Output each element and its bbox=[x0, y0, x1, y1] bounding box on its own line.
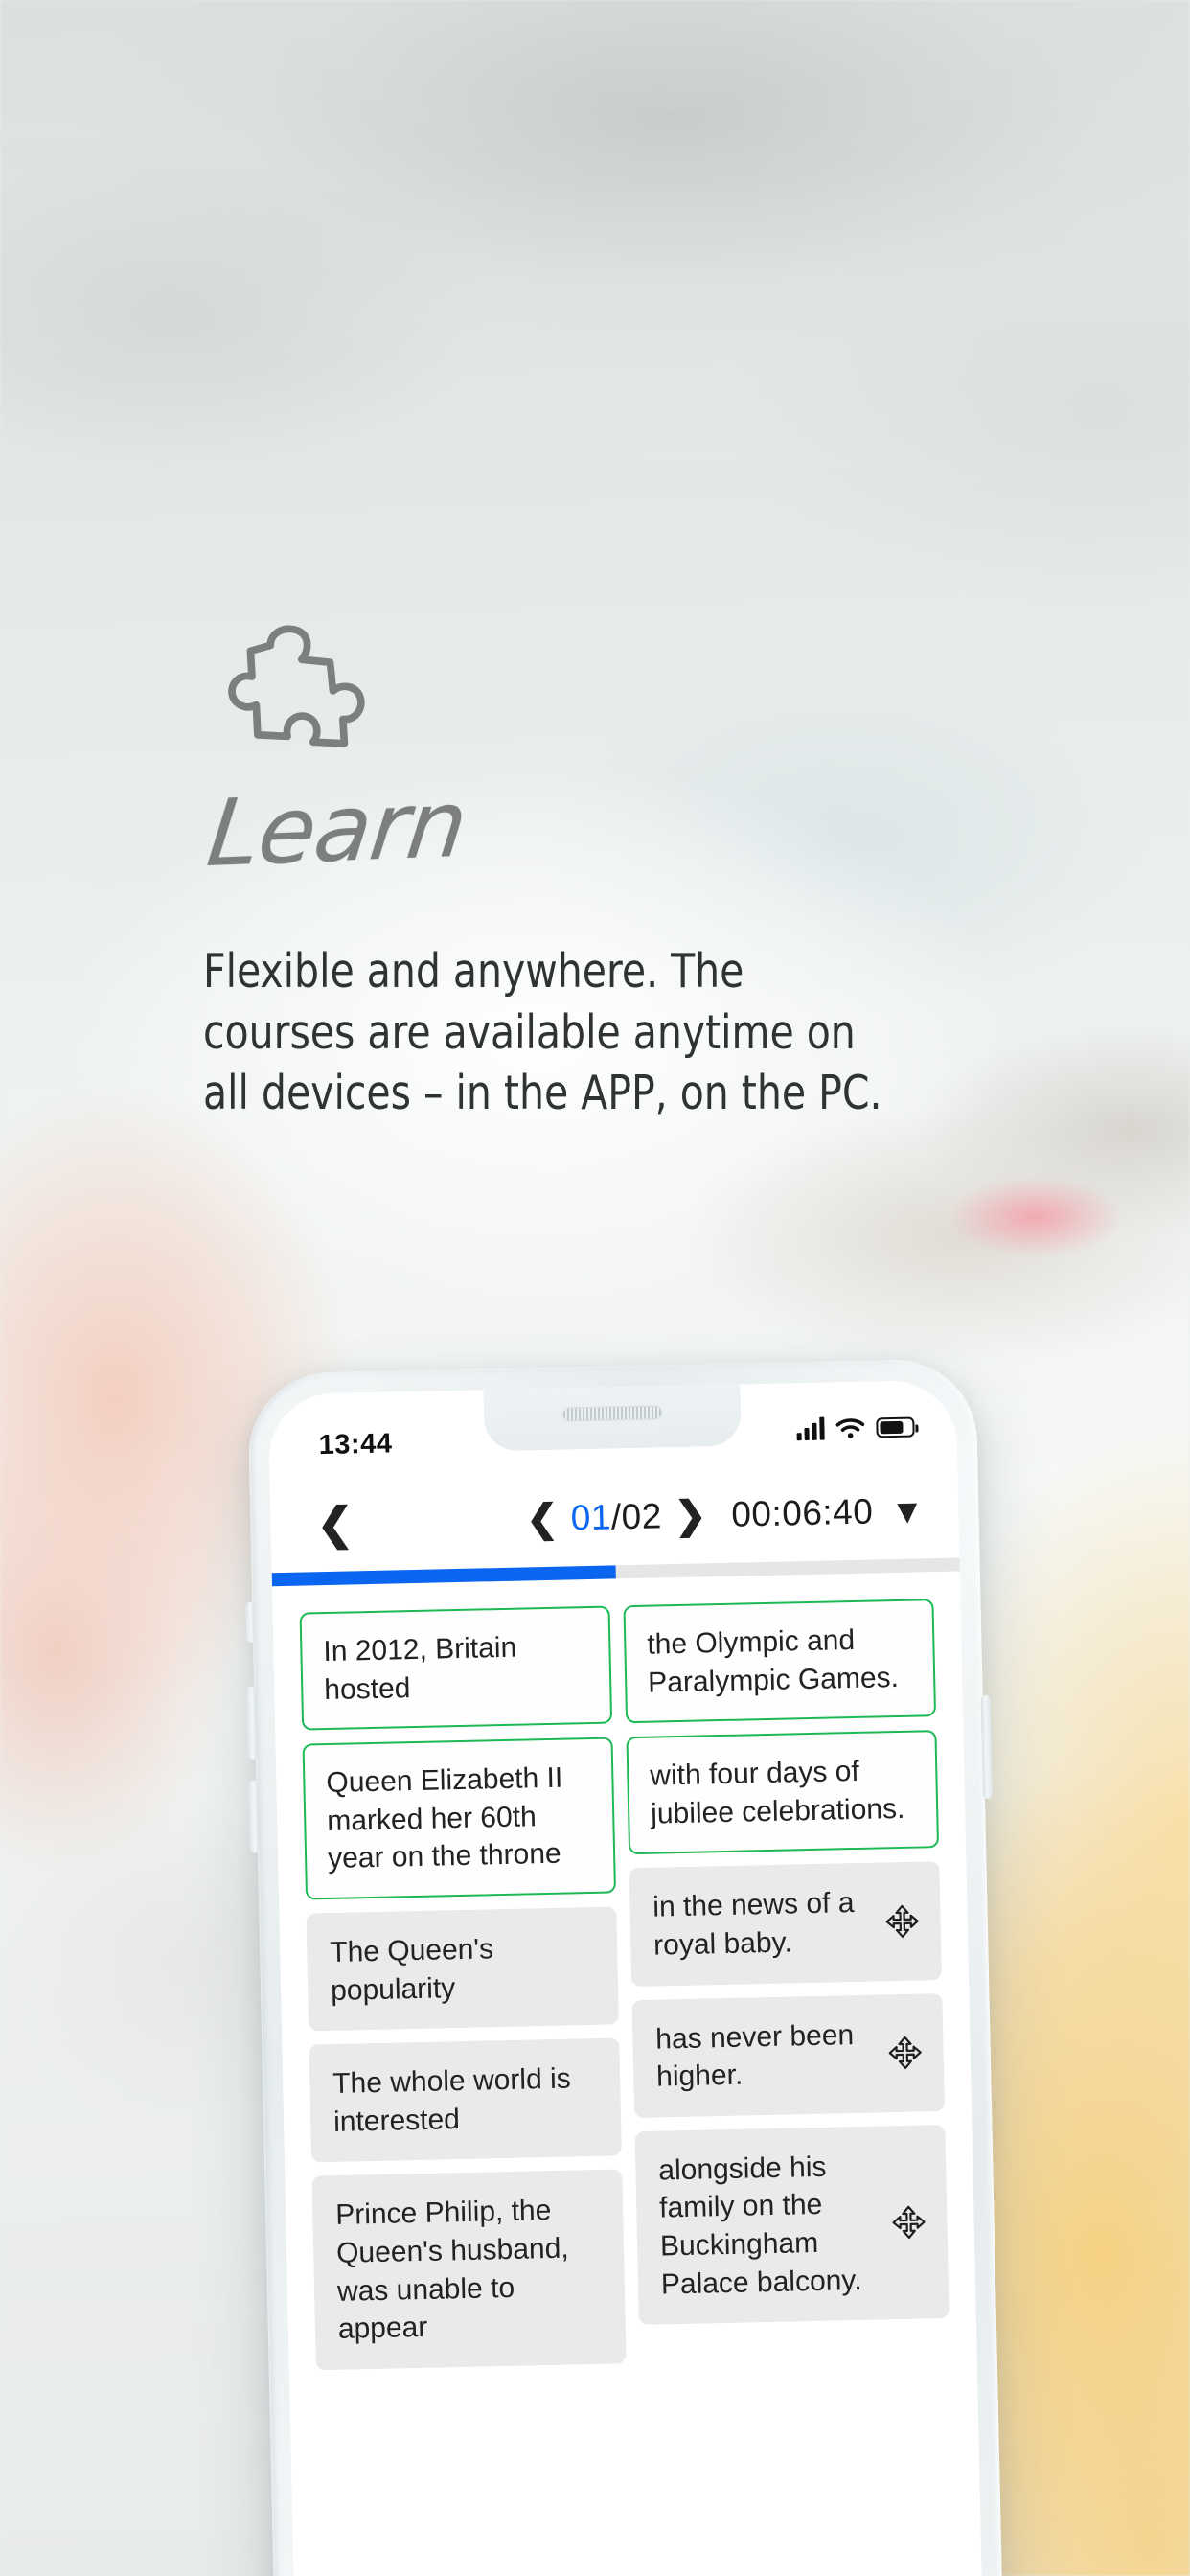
wifi-icon bbox=[835, 1417, 865, 1438]
right-column: the Olympic and Paralympic Games. with fo… bbox=[623, 1598, 950, 2363]
page-indicator: 01/02 bbox=[570, 1496, 662, 1538]
exercise-card[interactable]: has never been higher. bbox=[631, 1992, 946, 2118]
hero-description: Flexible and anywhere. The courses are a… bbox=[203, 944, 882, 1121]
exercise-card-text: in the news of a royal baby. bbox=[652, 1887, 855, 1962]
exercise-card[interactable]: In 2012, Britain hosted bbox=[299, 1605, 613, 1731]
volume-up-button[interactable] bbox=[246, 1686, 258, 1760]
exercise-card-text: The whole world is interested bbox=[332, 2062, 572, 2138]
status-icons bbox=[796, 1415, 915, 1441]
exercise-card-text: alongside his family on the Buckingham P… bbox=[657, 2150, 862, 2301]
navigation-bar: ❮ ❮ 01/02 ❯ 00:06:40 ▾ bbox=[269, 1461, 960, 1574]
exercise-card[interactable]: in the news of a royal baby. bbox=[629, 1861, 943, 1987]
status-bar: 13:44 bbox=[267, 1379, 958, 1478]
move-arrows-icon[interactable] bbox=[885, 2034, 925, 2073]
notch bbox=[483, 1384, 742, 1452]
exercise-card[interactable]: The Queen's popularity bbox=[306, 1906, 619, 2032]
exercise-card-text: has never been higher. bbox=[654, 2018, 855, 2093]
page-current: 01 bbox=[570, 1497, 612, 1538]
earpiece-speaker-icon bbox=[561, 1405, 663, 1422]
left-column: In 2012, Britain hosted Queen Elizabeth I… bbox=[299, 1605, 627, 2371]
exercise-card[interactable]: The whole world is interested bbox=[309, 2037, 622, 2163]
exercise-content: In 2012, Britain hosted Queen Elizabeth I… bbox=[271, 1571, 977, 2371]
page-stepper: ❮ 01/02 ❯ bbox=[526, 1494, 707, 1541]
puzzle-piece-icon bbox=[228, 625, 365, 748]
cellular-signal-icon bbox=[796, 1416, 825, 1441]
status-time: 13:44 bbox=[318, 1428, 393, 1461]
next-page-button[interactable]: ❯ bbox=[674, 1494, 706, 1537]
nav-right-group: ❮ 01/02 ❯ 00:06:40 ▾ bbox=[526, 1491, 917, 1541]
exercise-card-text: In 2012, Britain hosted bbox=[323, 1631, 517, 1706]
previous-page-button[interactable]: ❮ bbox=[526, 1498, 559, 1541]
power-button[interactable] bbox=[980, 1694, 993, 1800]
hero-section: Learn Flexible and anywhere. The courses… bbox=[202, 594, 989, 1124]
exercise-card[interactable]: the Olympic and Paralympic Games. bbox=[623, 1598, 937, 1724]
move-arrows-icon[interactable] bbox=[882, 1901, 922, 1941]
chevron-down-icon[interactable]: ▾ bbox=[898, 1491, 917, 1531]
exercise-card[interactable]: alongside his family on the Buckingham P… bbox=[634, 2124, 950, 2326]
exercise-card-text: Queen Elizabeth II marked her 60th year … bbox=[326, 1761, 563, 1875]
countdown-timer: 00:06:40 bbox=[730, 1491, 874, 1534]
phone-frame: 13:44 ❮ ❮ 01/02 ❯ 00:06:40 ▾ In 2012, Br… bbox=[245, 1358, 1003, 2576]
exercise-card[interactable]: Prince Philip, the Queen's husband, was … bbox=[311, 2169, 627, 2371]
exercise-card-text: The Queen's popularity bbox=[329, 1933, 494, 2007]
phone-screen: 13:44 ❮ ❮ 01/02 ❯ 00:06:40 ▾ In 2012, Br… bbox=[267, 1379, 983, 2576]
exercise-card[interactable]: Queen Elizabeth II marked her 60th year … bbox=[302, 1736, 617, 1900]
move-arrows-icon[interactable] bbox=[889, 2202, 928, 2242]
exercise-card[interactable]: with four days of jubilee celebrations. bbox=[626, 1730, 940, 1855]
battery-icon bbox=[876, 1416, 915, 1438]
phone-mockup: 13:44 ❮ ❮ 01/02 ❯ 00:06:40 ▾ In 2012, Br… bbox=[245, 1357, 1041, 2576]
exercise-card-text: the Olympic and Paralympic Games. bbox=[646, 1623, 900, 1699]
exercise-card-text: with four days of jubilee celebrations. bbox=[649, 1756, 905, 1830]
volume-down-button[interactable] bbox=[248, 1780, 261, 1853]
exercise-card-text: Prince Philip, the Queen's husband, was … bbox=[334, 2195, 570, 2346]
page-title: Learn bbox=[202, 770, 472, 887]
page-total: 02 bbox=[621, 1496, 663, 1537]
back-button[interactable]: ❮ bbox=[316, 1498, 355, 1549]
silent-switch[interactable] bbox=[245, 1601, 256, 1643]
